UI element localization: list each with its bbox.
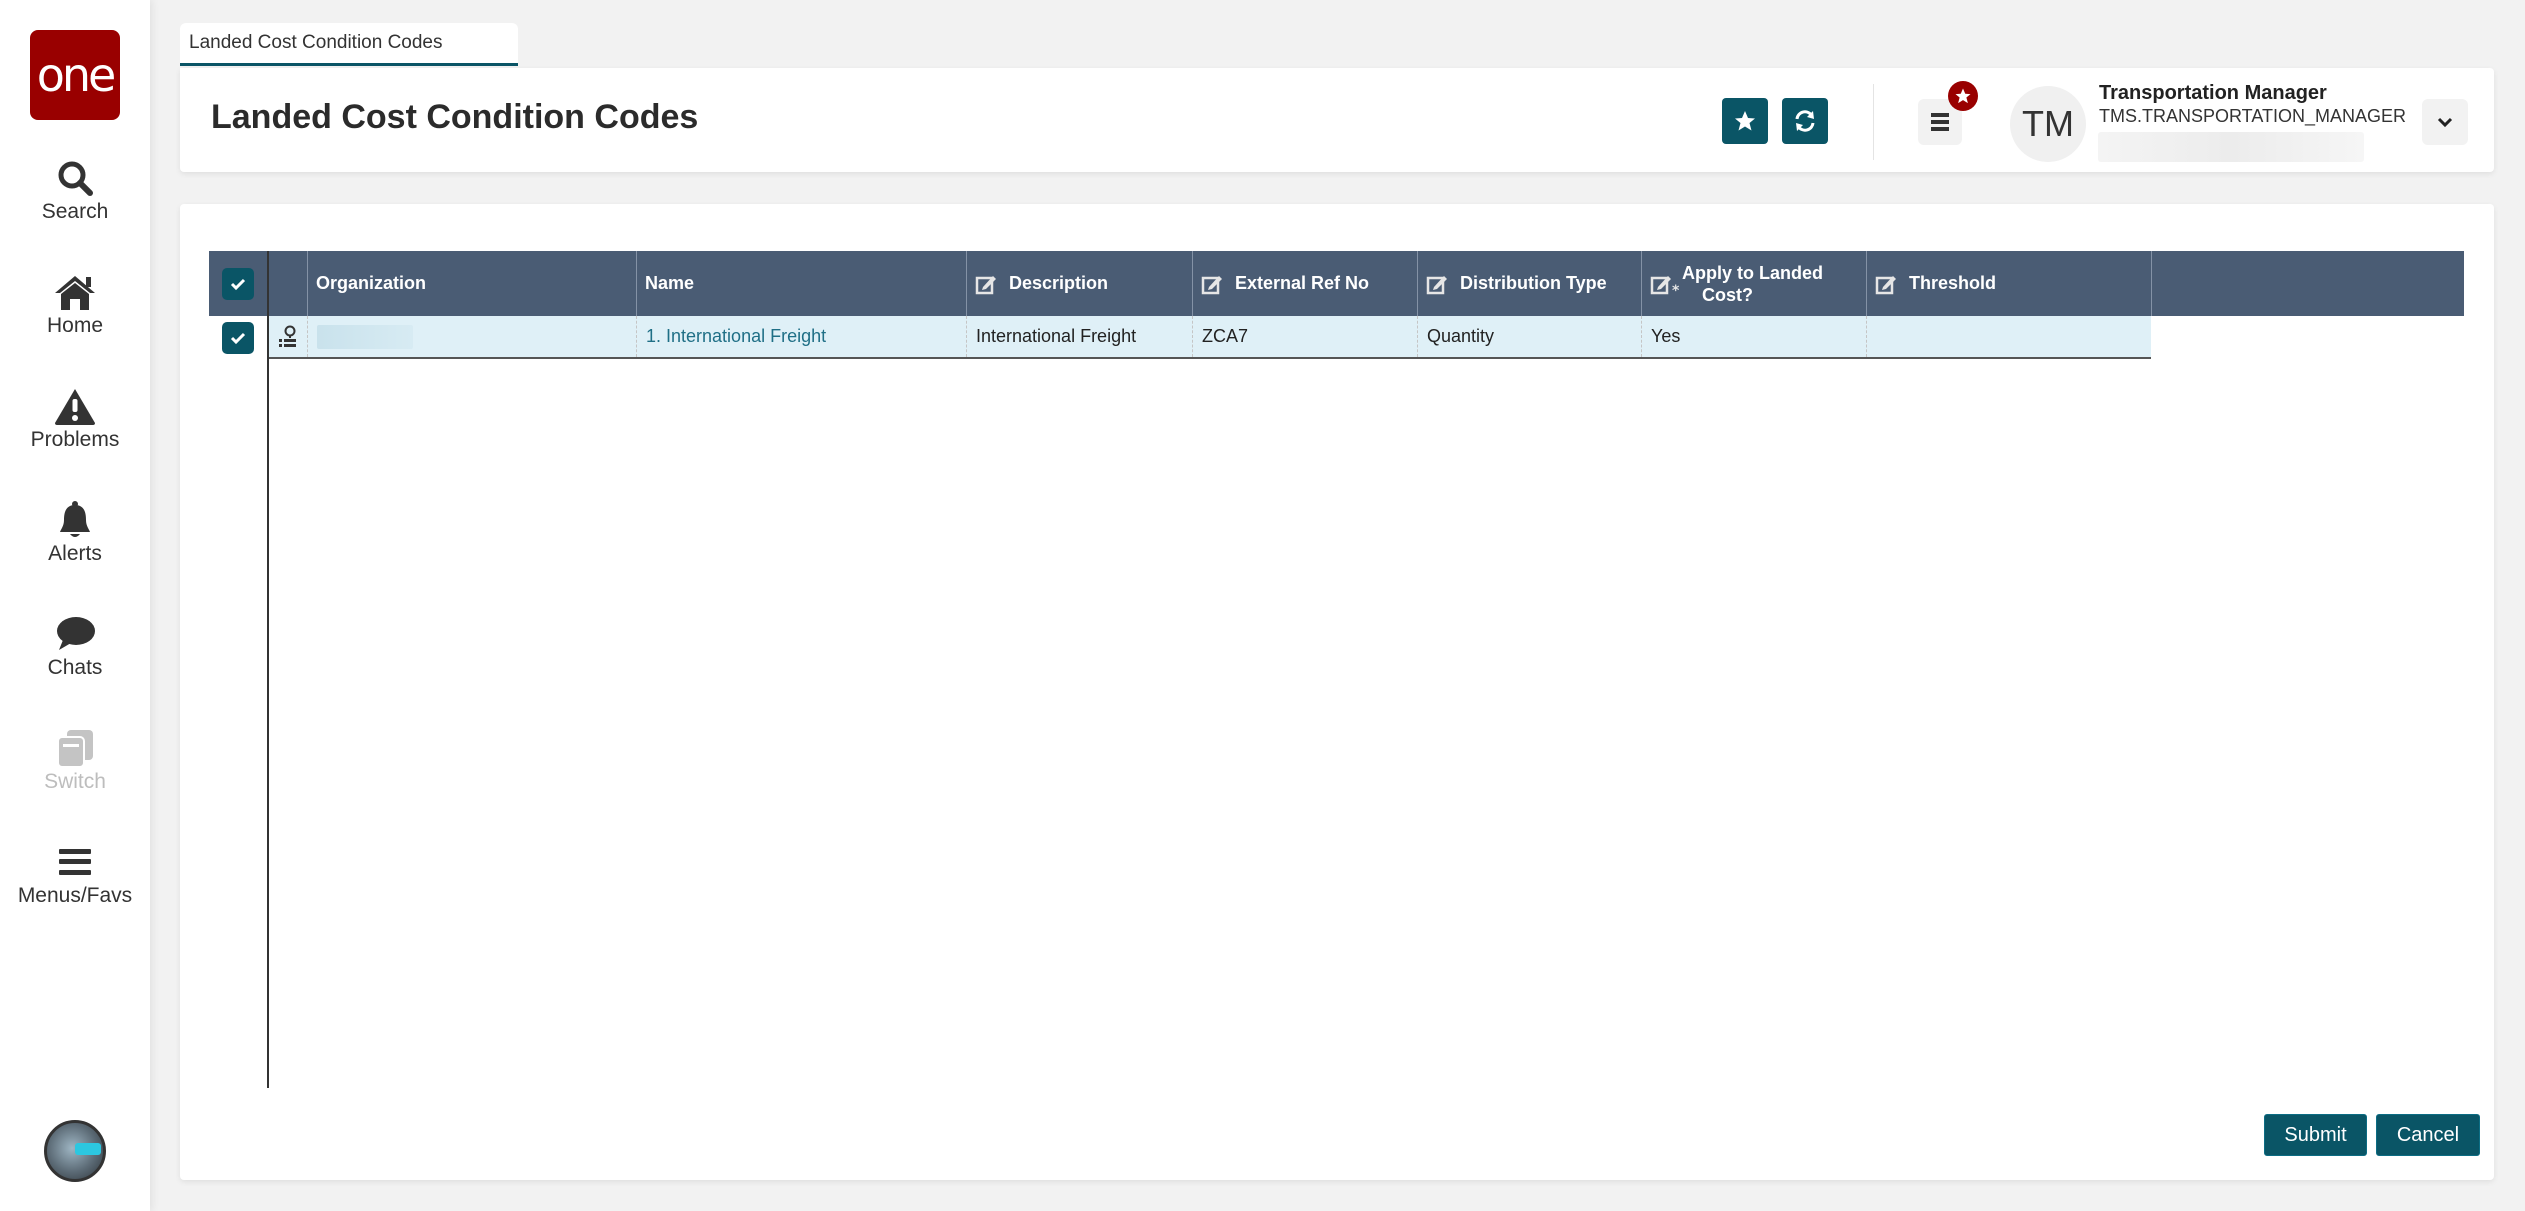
- nav-problems-label: Problems: [30, 428, 120, 451]
- page-title: Landed Cost Condition Codes: [211, 98, 699, 136]
- edit-icon: [975, 275, 996, 294]
- cell-organization: [307, 316, 636, 357]
- select-all-checkbox[interactable]: [222, 268, 254, 300]
- column-label: Threshold: [1909, 273, 1997, 293]
- user-name: Transportation Manager: [2099, 82, 2327, 104]
- cell-external-ref-no[interactable]: ZCA7: [1192, 316, 1417, 357]
- grid-border: [267, 251, 269, 1088]
- column-label: Description: [1009, 273, 1109, 293]
- user-initials: TM: [2022, 103, 2074, 144]
- location-stack-icon: [279, 325, 296, 347]
- column-label: Apply to Landed Cost?: [1682, 262, 1823, 306]
- chevron-down-icon: [2437, 117, 2453, 128]
- refresh-icon: [1795, 110, 1815, 132]
- nav-search[interactable]: Search: [0, 158, 150, 224]
- favorites-badge: [1948, 81, 1978, 111]
- nav-problems[interactable]: Problems: [0, 386, 150, 452]
- switch-icon: [53, 728, 97, 768]
- logo-text: one: [36, 48, 117, 102]
- table-header: Organization Name Description External R…: [209, 251, 2464, 316]
- page-header: Landed Cost Condition Codes TM Transport…: [180, 68, 2494, 172]
- refresh-button[interactable]: [1782, 98, 1828, 144]
- column-label: Organization: [316, 273, 427, 293]
- edit-required-icon: *: [1650, 275, 1680, 295]
- star-icon: [1735, 111, 1755, 131]
- search-icon: [53, 158, 97, 198]
- column-header-distribution-type[interactable]: Distribution Type: [1417, 251, 1641, 316]
- menu-icon: [53, 842, 97, 882]
- favorite-button[interactable]: [1722, 98, 1768, 144]
- column-header-filler: [2151, 251, 2464, 316]
- star-icon: [1955, 88, 1971, 104]
- column-label-line2: Cost?: [1702, 284, 1753, 305]
- nav-chats[interactable]: Chats: [0, 614, 150, 680]
- check-icon: [230, 332, 246, 345]
- nav-chats-label: Chats: [47, 656, 103, 679]
- cell-name-link[interactable]: 1. International Freight: [636, 316, 966, 357]
- warning-icon: [53, 386, 97, 426]
- assistant-avatar-icon[interactable]: [44, 1120, 106, 1182]
- nav-alerts-label: Alerts: [48, 542, 102, 565]
- column-label-line1: Apply to Landed: [1682, 262, 1823, 283]
- edit-icon: [1875, 275, 1896, 294]
- cell-distribution-type[interactable]: Quantity: [1417, 316, 1641, 357]
- cell-threshold[interactable]: [1866, 316, 2151, 357]
- nav-switch: Switch: [0, 728, 150, 794]
- column-label: External Ref No: [1235, 273, 1370, 293]
- column-header-row-actions: [267, 251, 307, 316]
- column-header-apply-to-landed-cost[interactable]: * Apply to Landed Cost?: [1641, 251, 1866, 316]
- tab-label: Landed Cost Condition Codes: [189, 32, 443, 53]
- edit-icon: [1426, 275, 1447, 294]
- header-divider: [1873, 84, 1874, 160]
- nav-home[interactable]: Home: [0, 272, 150, 338]
- chat-icon: [53, 614, 97, 654]
- column-header-external-ref-no[interactable]: External Ref No: [1192, 251, 1417, 316]
- home-icon: [53, 272, 97, 312]
- nav-menus-favs-label: Menus/Favs: [17, 884, 133, 907]
- user-dropdown-button[interactable]: [2422, 99, 2468, 145]
- sidebar: one Search Home Problems Alerts Chats Sw…: [0, 0, 150, 1211]
- submit-button[interactable]: Submit: [2264, 1114, 2367, 1156]
- check-icon: [230, 278, 246, 291]
- column-label: Name: [645, 273, 695, 293]
- nav-menus-favs[interactable]: Menus/Favs: [0, 842, 150, 908]
- cell-description[interactable]: International Freight: [966, 316, 1192, 357]
- column-header-threshold[interactable]: Threshold: [1866, 251, 2151, 316]
- app-logo[interactable]: one: [30, 30, 120, 120]
- svg-text:*: *: [1672, 283, 1680, 295]
- row-select-cell: [209, 316, 267, 359]
- column-label: Distribution Type: [1460, 273, 1607, 293]
- tab-landed-cost-condition-codes[interactable]: Landed Cost Condition Codes: [180, 23, 518, 66]
- row-actions-cell[interactable]: [269, 316, 307, 357]
- column-header-name[interactable]: Name: [636, 251, 966, 316]
- cell-apply-to-landed-cost[interactable]: Yes: [1641, 316, 1866, 357]
- row-checkbox[interactable]: [222, 322, 254, 354]
- user-avatar[interactable]: TM: [2010, 86, 2086, 162]
- table-row[interactable]: 1. International Freight International F…: [269, 316, 2151, 359]
- nav-alerts[interactable]: Alerts: [0, 500, 150, 566]
- nav-switch-label: Switch: [44, 770, 106, 793]
- organization-redacted: [317, 324, 413, 349]
- nav-home-label: Home: [46, 314, 104, 337]
- edit-icon: [1201, 275, 1222, 294]
- cancel-button[interactable]: Cancel: [2376, 1114, 2480, 1156]
- nav-search-label: Search: [41, 200, 109, 223]
- bell-icon: [53, 500, 97, 540]
- column-header-description[interactable]: Description: [966, 251, 1192, 316]
- list-icon: [1931, 113, 1949, 131]
- user-id: TMS.TRANSPORTATION_MANAGER: [2099, 106, 2407, 126]
- user-org-redacted: [2098, 132, 2364, 162]
- column-header-organization[interactable]: Organization: [307, 251, 636, 316]
